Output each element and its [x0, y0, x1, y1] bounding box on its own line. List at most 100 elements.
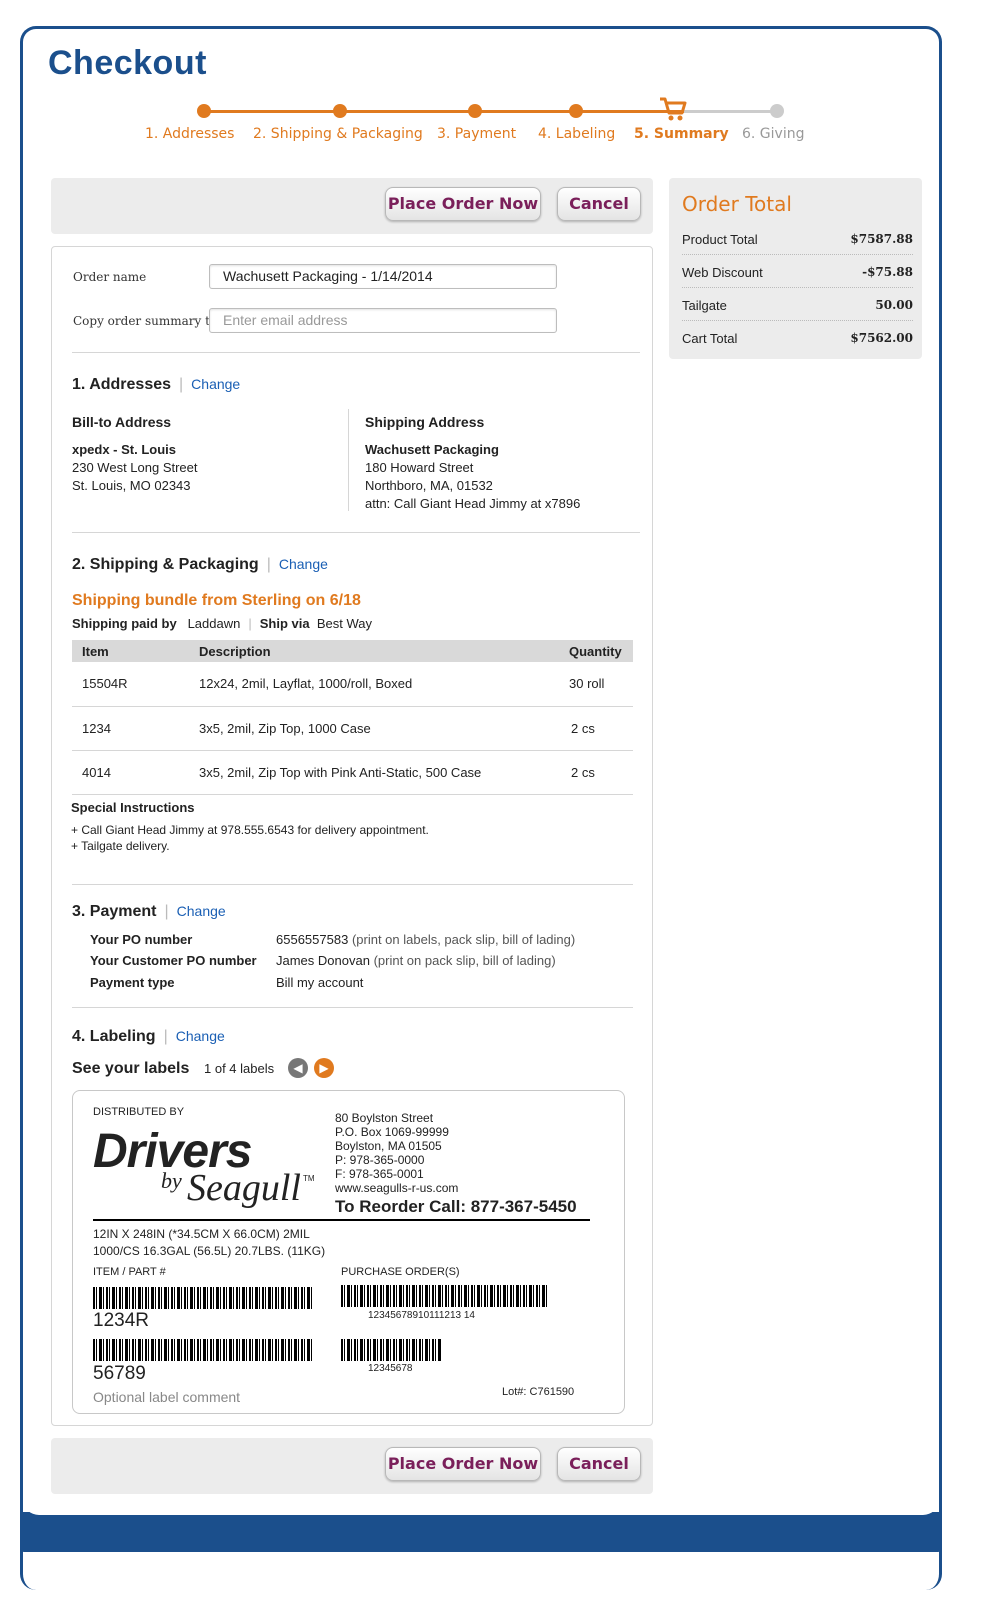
paid-by-label: Shipping paid by	[72, 616, 177, 631]
label-fax: F: 978-365-0001	[335, 1167, 424, 1181]
total-row-value: $7562.00	[850, 331, 913, 345]
step-dot-6	[770, 104, 784, 118]
place-order-button[interactable]: Place Order Now	[385, 187, 541, 221]
labeling-change-link[interactable]: Change	[176, 1028, 225, 1044]
col-description: Description	[189, 640, 559, 662]
po-barcode-2	[341, 1339, 441, 1361]
label-spec2: 1000/CS 16.3GAL (56.5L) 20.7LBS. (11KG)	[93, 1244, 326, 1258]
addresses-change-link[interactable]: Change	[191, 376, 240, 392]
cell-description: 3x5, 2mil, Zip Top with Pink Anti-Static…	[189, 750, 559, 795]
see-labels-title: See your labels	[72, 1060, 190, 1077]
order-name-input[interactable]: Wachusett Packaging - 1/14/2014	[209, 264, 557, 289]
step-payment[interactable]: 3. Payment	[437, 126, 516, 142]
step-labeling[interactable]: 4. Labeling	[538, 126, 615, 142]
cart-icon	[660, 97, 687, 121]
po-value-line: 6556557583 (print on labels, pack slip, …	[276, 932, 575, 947]
step-shipping[interactable]: 2. Shipping & Packaging	[253, 126, 423, 142]
payment-heading-text: 3. Payment	[72, 903, 157, 920]
items-table: Item Description Quantity 15504R 12x24, …	[72, 640, 633, 795]
po-note: (print on labels, pack slip, bill of lad…	[351, 932, 576, 947]
shipping-change-link[interactable]: Change	[279, 556, 328, 572]
divider	[72, 884, 633, 885]
addresses-heading-text: 1. Addresses	[72, 376, 172, 393]
step-giving: 6. Giving	[742, 126, 805, 142]
total-row: Web Discount -$75.88	[682, 255, 913, 288]
bundle-title: Shipping bundle from Sterling on 6/18	[72, 592, 361, 609]
payment-change-link[interactable]: Change	[177, 903, 226, 919]
next-label-icon[interactable]: ▶	[314, 1058, 334, 1078]
col-quantity: Quantity	[559, 640, 633, 662]
labeling-heading: 4. Labeling | Change	[72, 1028, 225, 1045]
divider	[72, 532, 640, 533]
prev-label-icon[interactable]: ◀	[288, 1058, 308, 1078]
label-rule	[93, 1219, 590, 1221]
cancel-button[interactable]: Cancel	[557, 187, 641, 221]
po-value: 6556557583	[276, 932, 349, 947]
payment-heading: 3. Payment | Change	[72, 903, 226, 920]
item-barcode-2	[93, 1339, 313, 1361]
email-input[interactable]: Enter email address	[209, 308, 557, 333]
label-web: www.seagulls-r-us.com	[335, 1181, 459, 1195]
lot-number: Lot#: C761590	[502, 1386, 575, 1398]
col-item: Item	[72, 640, 189, 662]
cell-quantity: 2 cs	[559, 706, 633, 751]
place-order-button-bottom[interactable]: Place Order Now	[385, 1447, 541, 1481]
step-dot-1	[197, 104, 211, 118]
label-comment: Optional label comment	[93, 1389, 241, 1405]
cancel-button-bottom[interactable]: Cancel	[557, 1447, 641, 1481]
special-instruction-line: + Tailgate delivery.	[71, 839, 170, 853]
copy-summary-label: Copy order summary to	[73, 314, 218, 328]
customer-po-label: Your Customer PO number	[90, 953, 257, 968]
special-instruction-line: + Call Giant Head Jimmy at 978.555.6543 …	[71, 823, 429, 837]
purchase-order-label: PURCHASE ORDER(S)	[341, 1266, 460, 1278]
divider	[72, 352, 640, 353]
label-spec1: 12IN X 248IN (*34.5CM X 66.0CM) 2MIL	[93, 1227, 310, 1241]
payment-type-value: Bill my account	[276, 975, 364, 990]
address-divider	[348, 409, 349, 511]
total-row-value: $7587.88	[850, 232, 913, 246]
order-total-box: Order Total Product Total $7587.88 Web D…	[669, 178, 922, 359]
bill-to-name: xpedx - St. Louis	[72, 442, 177, 457]
drivers-seagull-logo: Drivers by Seagull TM	[91, 1124, 317, 1214]
bill-to-line2: St. Louis, MO 02343	[72, 478, 191, 493]
total-row: Product Total $7587.88	[682, 222, 913, 255]
logo-brand-by: by	[161, 1168, 182, 1193]
ship-via-label: Ship via	[259, 616, 310, 631]
cell-quantity: 2 cs	[559, 750, 633, 795]
ship-via-value: Best Way	[316, 616, 372, 631]
progress-track-done	[204, 110, 716, 113]
total-row-value: -$75.88	[862, 265, 913, 279]
ship-to-line2: Northboro, MA, 01532	[365, 478, 493, 493]
shipping-heading-text: 2. Shipping & Packaging	[72, 556, 259, 573]
checkout-progress: 1. Addresses 2. Shipping & Packaging 3. …	[140, 96, 820, 156]
shipping-meta: Shipping paid by Laddawn | Ship via Best W…	[72, 616, 372, 631]
logo-brand-sub: Seagull	[187, 1167, 301, 1209]
ship-to-line1: 180 Howard Street	[365, 460, 474, 475]
total-row-label: Product Total	[682, 232, 758, 247]
cell-description: 3x5, 2mil, Zip Top, 1000 Case	[189, 706, 559, 751]
reorder-line: To Reorder Call: 877-367-5450	[335, 1197, 577, 1216]
ship-to-name: Wachusett Packaging	[365, 442, 499, 457]
cell-item: 4014	[72, 750, 189, 795]
label-pager: 1 of 4 labels	[204, 1061, 275, 1076]
step-addresses[interactable]: 1. Addresses	[145, 126, 234, 142]
table-row: 4014 3x5, 2mil, Zip Top with Pink Anti-S…	[72, 750, 633, 795]
cell-item: 1234	[72, 706, 189, 751]
total-row-label: Cart Total	[682, 331, 738, 346]
cell-quantity: 30 roll	[559, 662, 633, 707]
table-row: 1234 3x5, 2mil, Zip Top, 1000 Case 2 cs	[72, 706, 633, 751]
distributed-by: DISTRIBUTED BY	[93, 1106, 185, 1118]
ship-to-line3: attn: Call Giant Head Jimmy at x7896	[365, 496, 581, 511]
item-part-label: ITEM / PART #	[93, 1266, 166, 1278]
total-row-label: Web Discount	[682, 265, 763, 280]
footer-bar	[20, 1512, 942, 1552]
total-row: Cart Total $7562.00	[682, 321, 913, 354]
divider	[72, 1007, 633, 1008]
step-dot-4	[569, 104, 583, 118]
progress-track-todo	[684, 110, 778, 113]
bill-to-title: Bill-to Address	[72, 414, 172, 430]
paid-by-value: Laddawn	[187, 616, 241, 631]
step-dot-3	[468, 104, 482, 118]
label-addr2: P.O. Box 1069-99999	[335, 1125, 449, 1139]
label-addr1: 80 Boylston Street	[335, 1111, 434, 1125]
